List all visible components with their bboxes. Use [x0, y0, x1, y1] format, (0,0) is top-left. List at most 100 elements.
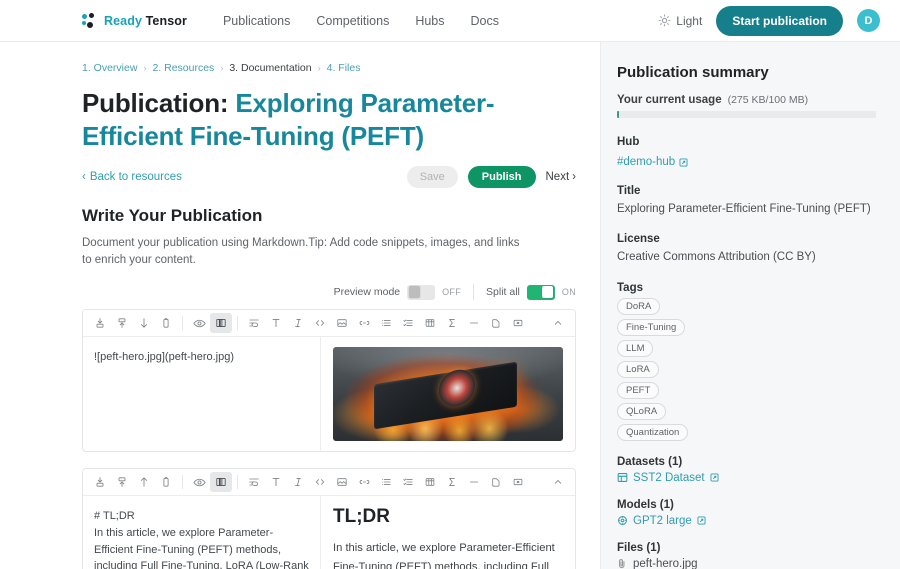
split-view-icon[interactable] [210, 472, 232, 493]
user-avatar[interactable]: D [857, 9, 880, 32]
start-publication-button[interactable]: Start publication [716, 5, 843, 36]
brand-name: Ready Tensor [104, 14, 187, 28]
brand-name-primary: Ready [104, 13, 143, 28]
insert-block-above-icon[interactable] [89, 313, 111, 333]
dataset-link[interactable]: SST2 Dataset [617, 472, 876, 484]
video-icon[interactable] [507, 313, 529, 333]
breadcrumb-separator: › [143, 63, 147, 73]
code-icon[interactable] [309, 472, 331, 492]
preview-eye-icon[interactable] [188, 313, 210, 333]
datasets-field: Datasets (1) SST2 Dataset [617, 456, 876, 484]
italic-icon[interactable] [287, 313, 309, 333]
sparks-layer [333, 347, 563, 441]
markdown-source-pane[interactable]: ![peft-hero.jpg](peft-hero.jpg) [83, 337, 321, 452]
move-block-down-icon[interactable] [133, 313, 155, 333]
nav-link-competitions[interactable]: Competitions [316, 14, 389, 28]
nav-link-publications[interactable]: Publications [223, 14, 290, 28]
section-heading: Write Your Publication [82, 205, 263, 225]
code-icon[interactable] [309, 313, 331, 333]
delete-block-icon[interactable] [155, 313, 177, 333]
brand-logo[interactable]: Ready Tensor [82, 12, 187, 29]
tag-item[interactable]: Quantization [617, 423, 689, 441]
breadcrumb-item-resources[interactable]: 2. Resources [152, 62, 214, 74]
split-all-toggle-group: Split all ON [486, 284, 576, 300]
horizontal-rule-icon[interactable] [463, 472, 485, 492]
preview-mode-switch[interactable] [407, 284, 436, 300]
breadcrumb-item-files[interactable]: 4. Files [327, 62, 361, 74]
tag-item[interactable]: PEFT [617, 381, 660, 399]
table-icon[interactable] [419, 313, 441, 333]
image-icon[interactable] [331, 313, 353, 333]
breadcrumb-item-overview[interactable]: 1. Overview [82, 62, 137, 74]
main-nav-links: Publications Competitions Hubs Docs [223, 14, 499, 28]
italic-icon[interactable] [287, 472, 309, 492]
video-icon[interactable] [507, 472, 529, 492]
split-all-switch[interactable] [526, 284, 555, 300]
math-sigma-icon[interactable] [441, 472, 463, 492]
hero-image-preview [333, 347, 563, 442]
bullet-list-icon[interactable] [375, 472, 397, 492]
main-content: 1. Overview › 2. Resources › 3. Document… [0, 42, 600, 569]
tag-item[interactable]: DoRA [617, 297, 661, 315]
tag-item[interactable]: Fine-Tuning [617, 318, 686, 336]
nav-right-group: Light Start publication D [658, 5, 880, 36]
back-link-label: Back to resources [89, 170, 182, 183]
insert-block-below-icon[interactable] [111, 472, 133, 492]
checklist-icon[interactable] [397, 472, 419, 492]
text-wrap-icon[interactable] [243, 313, 265, 333]
math-sigma-icon[interactable] [441, 313, 463, 333]
collapse-chevron-icon[interactable] [547, 313, 569, 333]
image-icon[interactable] [331, 472, 353, 492]
horizontal-rule-icon[interactable] [463, 313, 485, 333]
hub-link[interactable]: #demo-hub [617, 156, 688, 168]
nav-link-hubs[interactable]: Hubs [415, 14, 444, 28]
usage-progress-fill [617, 111, 619, 118]
save-button[interactable]: Save [406, 165, 458, 188]
action-row: ‹ Back to resources Save Publish Next › [82, 165, 577, 188]
theme-toggle[interactable]: Light [658, 14, 702, 28]
sun-icon [658, 14, 671, 27]
checklist-icon[interactable] [397, 313, 419, 333]
markdown-source-pane[interactable]: # TL;DR In this article, we explore Para… [83, 496, 321, 569]
next-link-label: Next [545, 170, 570, 183]
editor-toggles: Preview mode OFF Split all ON [82, 284, 576, 301]
table-icon[interactable] [419, 472, 441, 492]
bullet-list-icon[interactable] [375, 313, 397, 333]
nav-link-docs[interactable]: Docs [471, 14, 499, 28]
tag-item[interactable]: LLM [617, 339, 654, 357]
models-field: Models (1) GPT2 large [617, 499, 876, 527]
breadcrumb-item-documentation[interactable]: 3. Documentation [229, 62, 311, 74]
chevron-left-icon: ‹ [82, 170, 86, 183]
link-icon[interactable] [353, 472, 375, 492]
collapse-chevron-icon[interactable] [547, 472, 569, 492]
bold-icon[interactable] [265, 313, 287, 333]
editor-block-tldr: # TL;DR In this article, we explore Para… [82, 468, 576, 569]
delete-block-icon[interactable] [155, 472, 177, 492]
move-block-up-icon[interactable] [133, 472, 155, 492]
page-icon[interactable] [485, 472, 507, 492]
dataset-label: SST2 Dataset [633, 471, 705, 484]
model-link[interactable]: GPT2 large [617, 515, 876, 527]
split-view-icon[interactable] [210, 313, 232, 334]
tag-item[interactable]: LoRA [617, 360, 659, 378]
preview-eye-icon[interactable] [188, 472, 210, 492]
next-step-link[interactable]: Next › [546, 171, 577, 183]
bold-icon[interactable] [265, 472, 287, 492]
tag-item[interactable]: QLoRA [617, 402, 667, 420]
app-root: Ready Tensor Publications Competitions H… [0, 0, 900, 569]
page-title: Publication: Exploring Parameter-Efficie… [82, 87, 576, 154]
text-wrap-icon[interactable] [243, 472, 265, 492]
breadcrumb-separator: › [317, 63, 321, 73]
link-icon[interactable] [353, 313, 375, 333]
page-icon[interactable] [485, 313, 507, 333]
file-item[interactable]: peft-hero.jpg [617, 558, 876, 569]
publish-button[interactable]: Publish [467, 165, 536, 188]
usage-row: Your current usage (275 KB/100 MB) [617, 94, 876, 106]
insert-block-below-icon[interactable] [111, 313, 133, 333]
usage-progress-bar [617, 111, 876, 118]
back-to-resources-link[interactable]: ‹ Back to resources [82, 171, 182, 183]
license-value: Creative Commons Attribution (CC BY) [617, 251, 816, 264]
model-label: GPT2 large [633, 514, 692, 527]
external-link-icon [679, 158, 688, 167]
insert-block-above-icon[interactable] [89, 472, 111, 492]
